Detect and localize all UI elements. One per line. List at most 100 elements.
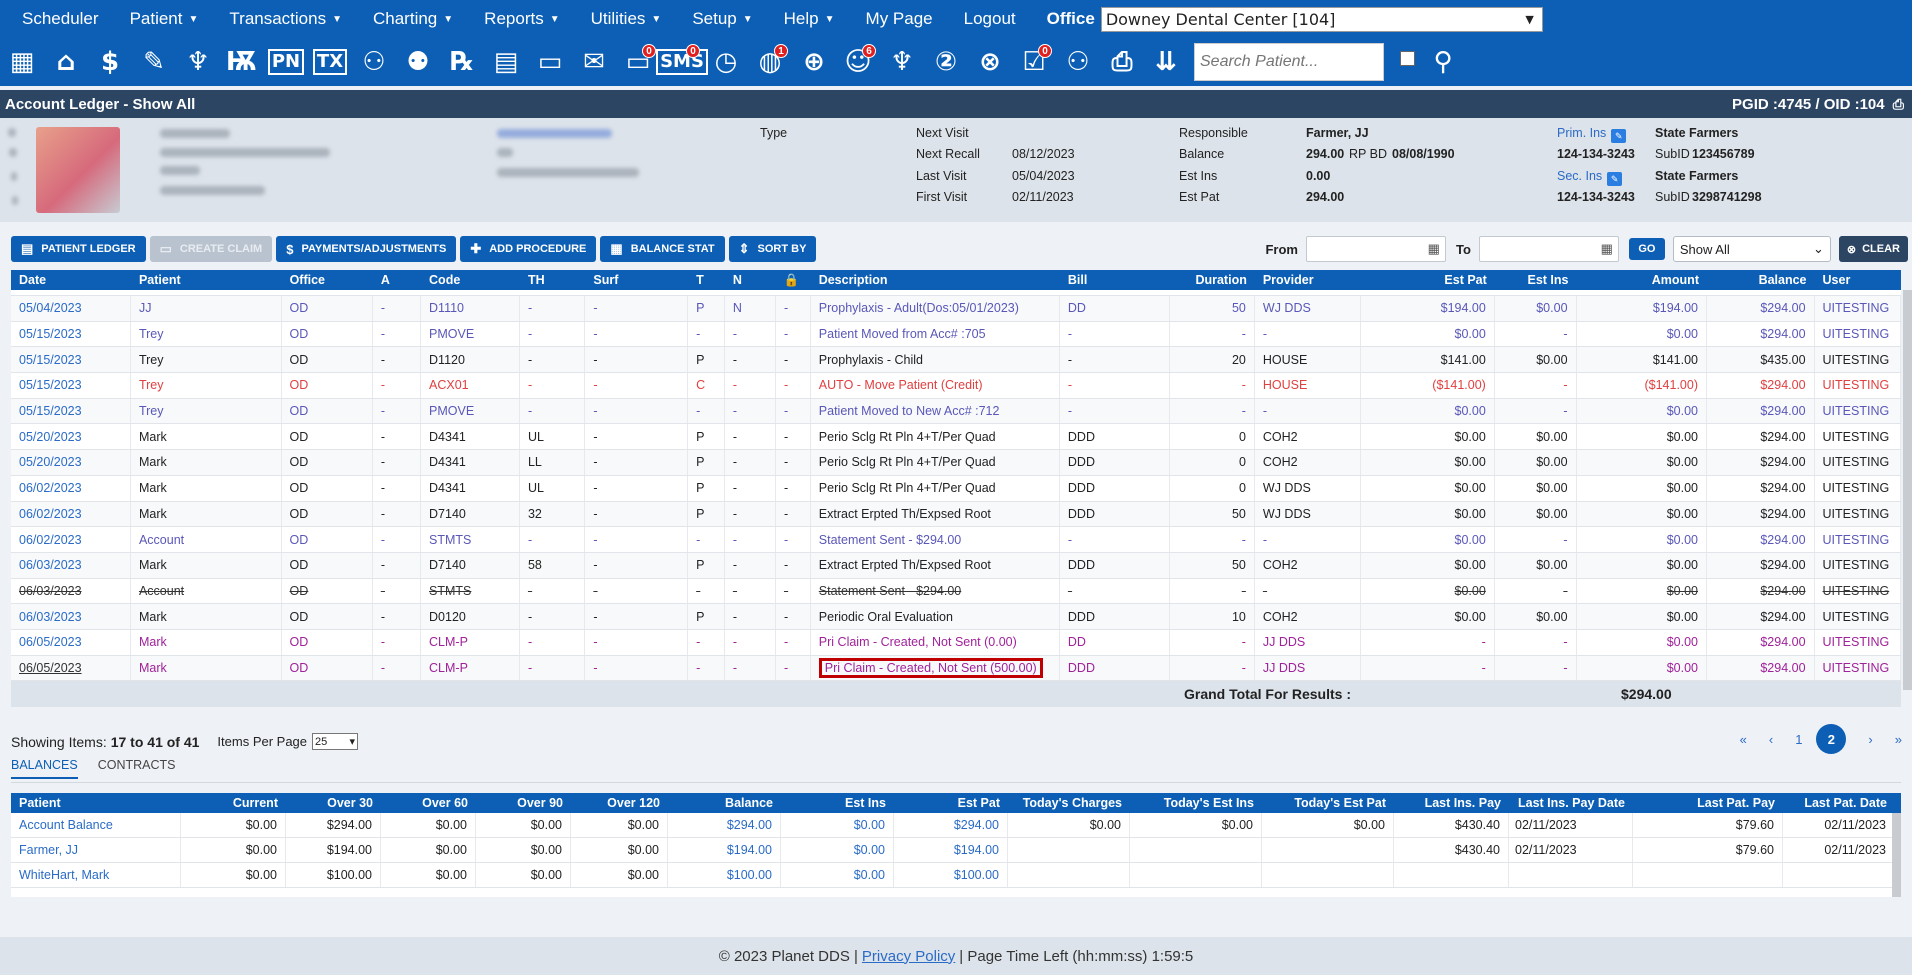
table-cell[interactable]: Pri Claim - Created, Not Sent (0.00) [811, 629, 1060, 655]
col-header-code[interactable]: Code [421, 270, 520, 290]
table-row[interactable]: 05/20/2023 Mark OD - D4341 UL - P - - Perio Sclg R… [11, 424, 1902, 451]
mail-icon[interactable]: ✉ [574, 42, 614, 82]
col-header-over-60[interactable]: Over 60 [381, 793, 476, 813]
col-header-today-s-est-ins[interactable]: Today's Est Ins [1130, 793, 1262, 813]
smile-alert-icon[interactable]: ☺ 6 [838, 42, 878, 82]
col-header-today-s-charges[interactable]: Today's Charges [1008, 793, 1130, 813]
patient-ledger-button[interactable]: ▤ PATIENT LEDGER [11, 236, 146, 262]
nav-item-help[interactable]: Help ▼ [784, 9, 835, 29]
table-cell[interactable]: Perio Sclg Rt Pln 4+T/Per Quad [811, 450, 1060, 475]
nav-item-reports[interactable]: Reports ▼ [484, 9, 559, 29]
col-header-est-ins[interactable]: Est Ins [781, 793, 894, 813]
add-family-icon[interactable]: ⚉ [398, 42, 438, 82]
table-cell[interactable]: Periodic Oral Evaluation [811, 604, 1060, 629]
nav-item-logout[interactable]: Logout [964, 9, 1016, 29]
prim-ins-link[interactable]: Prim. Ins ✎ [1557, 126, 1627, 143]
add-patient-icon[interactable]: ⚇ [354, 42, 394, 82]
tab-balances[interactable]: BALANCES [11, 758, 78, 779]
table-row[interactable]: 05/04/2023 JJ OD - D1110 - - P N - Prophylaxis - A… [11, 296, 1902, 322]
col-header-balance[interactable]: Balance [668, 793, 781, 813]
col-header-amount[interactable]: Amount [1576, 270, 1707, 290]
globe-alert-icon[interactable]: ◍ 1 [750, 42, 790, 82]
col-header-last-ins-pay-date[interactable]: Last Ins. Pay Date [1509, 793, 1633, 813]
table-row[interactable]: 06/02/2023 Mark OD - D4341 UL - P - - Perio Sclg R… [11, 475, 1902, 502]
col-header-over-120[interactable]: Over 120 [571, 793, 668, 813]
payments-adjustments-button[interactable]: $ PAYMENTS/ADJUSTMENTS [276, 236, 457, 262]
col-header-th[interactable]: TH [520, 270, 585, 290]
sms-icon[interactable]: SMS 0 [656, 42, 708, 82]
date-link[interactable]: 05/15/2023 [11, 347, 131, 373]
group-icon[interactable]: ⚇ [1058, 42, 1098, 82]
patient-photo[interactable] [36, 127, 120, 213]
date-link[interactable]: 05/20/2023 [11, 424, 131, 450]
col-header-balance[interactable]: Balance [1707, 270, 1815, 290]
add-procedure-button[interactable]: ✚ ADD PROCEDURE [460, 236, 597, 262]
print-icon[interactable]: ⎙ [1893, 96, 1904, 112]
balance-patient-link[interactable]: Farmer, JJ [11, 838, 181, 862]
privacy-policy-link[interactable]: Privacy Policy [862, 948, 955, 965]
next-page-button[interactable]: › [1868, 732, 1872, 747]
search-input[interactable] [1195, 44, 1408, 80]
col-header-duration[interactable]: Duration [1170, 270, 1255, 290]
nav-item-utilities[interactable]: Utilities ▼ [591, 9, 662, 29]
office-select[interactable]: Downey Dental Center [104] ▼ [1100, 6, 1543, 32]
table-row[interactable]: 05/20/2023 Mark OD - D4341 LL - P - - Perio Sclg R… [11, 450, 1902, 476]
find-people-icon[interactable]: ⚲ [1423, 42, 1463, 82]
table-row[interactable]: 05/15/2023 Trey OD - PMOVE - - - - - Patient Moved… [11, 321, 1902, 348]
col-header-over-30[interactable]: Over 30 [286, 793, 381, 813]
last-page-button[interactable]: » [1895, 732, 1902, 747]
go-button[interactable]: GO [1628, 238, 1665, 260]
nav-item-my-page[interactable]: My Page [866, 9, 933, 29]
tooth-icon[interactable]: ♆ [178, 42, 218, 82]
calendar-icon[interactable]: ▦ [2, 42, 42, 82]
patient-search[interactable]: ⚇ [1194, 43, 1432, 81]
nav-item-scheduler[interactable]: Scheduler [22, 9, 99, 29]
col-header-patient[interactable]: Patient [131, 270, 282, 290]
table-cell[interactable]: Patient Moved from Acc# :705 [811, 321, 1060, 347]
nav-item-setup[interactable]: Setup ▼ [692, 9, 752, 29]
date-link[interactable]: 06/02/2023 [11, 475, 131, 501]
table-cell[interactable]: Perio Sclg Rt Pln 4+T/Per Quad [811, 424, 1060, 450]
col-header-surf[interactable]: Surf [585, 270, 688, 290]
col-header-patient[interactable]: Patient [11, 793, 181, 813]
tooth-two-icon[interactable]: ② [926, 42, 966, 82]
table-row[interactable]: 06/05/2023 Mark OD - CLM-P - - - - - Pri Claim - C… [11, 629, 1902, 656]
date-link[interactable]: 05/20/2023 [11, 450, 131, 475]
page-2-button[interactable]: 2 [1816, 724, 1847, 754]
col-header-today-s-est-pat[interactable]: Today's Est Pat [1262, 793, 1394, 813]
table-cell[interactable]: Extract Erpted Th/Expsed Root [811, 501, 1060, 527]
prev-page-button[interactable]: ‹ [1769, 732, 1773, 747]
nav-item-charting[interactable]: Charting ▼ [373, 9, 453, 29]
table-cell[interactable]: Extract Erpted Th/Expsed Root [811, 552, 1060, 578]
items-per-page-select[interactable]: 25 ▾ [312, 733, 359, 750]
date-link[interactable]: 05/15/2023 [11, 373, 131, 398]
chevron-stack-icon[interactable]: ⇊ [1146, 42, 1186, 82]
sort-by-button[interactable]: ⇕ SORT BY [728, 236, 817, 262]
claim-check-icon[interactable]: ☑ 0 [1014, 42, 1054, 82]
col-header-n[interactable]: N [725, 270, 776, 290]
page-1-button[interactable]: 1 [1795, 732, 1802, 747]
balances-scrollbar[interactable] [1892, 813, 1901, 897]
date-link[interactable]: 06/05/2023 [11, 629, 131, 655]
date-link[interactable]: 05/04/2023 [11, 296, 131, 321]
tooth-outline-icon[interactable]: ♆ [882, 42, 922, 82]
col-header-est-pat[interactable]: Est Pat [1360, 270, 1494, 290]
col-header-bill[interactable]: Bill [1060, 270, 1170, 290]
show-filter-select[interactable]: Show All ⌄ [1672, 236, 1831, 262]
date-link[interactable]: 06/02/2023 [11, 527, 131, 552]
col-header-est-ins[interactable]: Est Ins [1495, 270, 1577, 290]
table-row[interactable]: 06/02/2023 Account OD - STMTS - - - - - Statement … [11, 527, 1902, 553]
search-option-checkbox[interactable] [1400, 50, 1415, 66]
calendar-icon[interactable]: ▦ [1428, 241, 1440, 257]
from-date-input[interactable]: ▦ [1305, 236, 1446, 262]
tab-contracts[interactable]: CONTRACTS [98, 758, 176, 777]
col-header-provider[interactable]: Provider [1255, 270, 1361, 290]
table-row[interactable]: 06/05/2023 Mark OD - CLM-P - - - - - Pri Claim - C… [11, 655, 1902, 682]
col-header-last-pat-date[interactable]: Last Pat. Date [1783, 793, 1895, 813]
nav-item-transactions[interactable]: Transactions ▼ [229, 9, 342, 29]
home-icon[interactable]: ⌂ [46, 42, 86, 82]
table-cell[interactable]: Prophylaxis - Adult(Dos:05/01/2023) [811, 296, 1060, 321]
perio-tooth-icon[interactable]: Ѭ [222, 42, 262, 82]
ledger-scrollbar[interactable] [1903, 290, 1912, 690]
date-link[interactable]: 06/05/2023 [11, 655, 131, 681]
